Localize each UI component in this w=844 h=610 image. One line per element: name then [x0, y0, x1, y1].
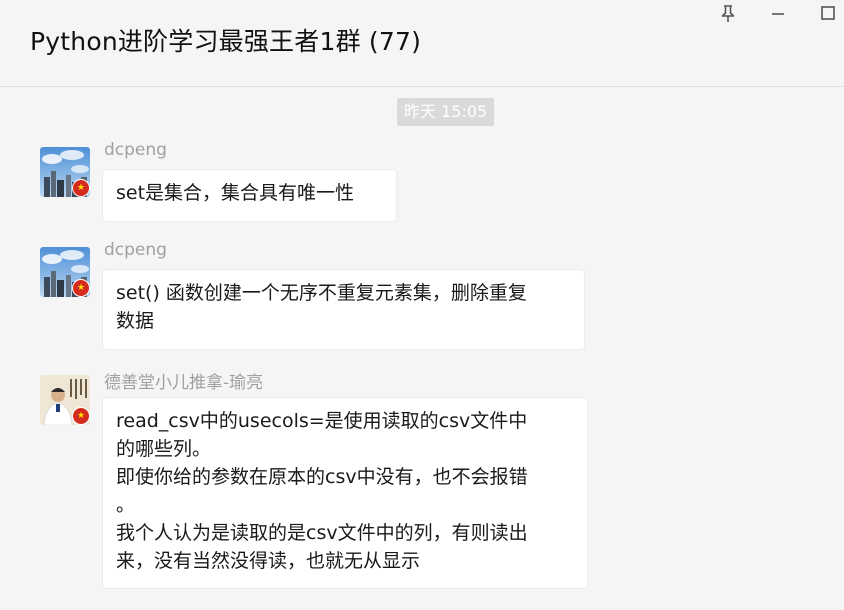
message-text: 我个人认为是读取的是csv文件中的列，有则读出 — [116, 522, 528, 544]
message-bubble[interactable]: set是集合，集合具有唯一性 — [102, 169, 397, 222]
flag-badge-icon: ★ — [72, 407, 90, 425]
time-divider: 昨天 15:05 — [397, 98, 495, 126]
chat-title: Python进阶学习最强王者1群 (77) — [30, 27, 422, 56]
message-text: 。 — [116, 494, 136, 516]
pin-icon[interactable] — [718, 4, 738, 24]
flag-badge-icon: ★ — [72, 179, 90, 197]
message-text: read_csv中的usecols=是使用读取的csv文件中 — [116, 410, 528, 432]
sender-name: 德善堂小儿推拿-瑜亮 — [104, 373, 264, 393]
message-bubble[interactable]: read_csv中的usecols=是使用读取的csv文件中 的哪些列。 即使你… — [102, 397, 588, 589]
message-bubble[interactable]: set() 函数创建一个无序不重复元素集，删除重复 数据 — [102, 269, 585, 350]
minimize-icon[interactable] — [768, 4, 788, 24]
message-text: set() 函数创建一个无序不重复元素集，删除重复 — [116, 282, 527, 304]
message-text: 的哪些列。 — [116, 438, 212, 460]
city-skyline-avatar[interactable]: ★ — [40, 147, 90, 197]
message-text: 数据 — [116, 310, 155, 332]
message-text: 即使你给的参数在原本的csv中没有，也不会报错 — [116, 466, 528, 488]
person-calligraphy-avatar[interactable]: ★ — [40, 375, 90, 425]
flag-badge-icon: ★ — [72, 279, 90, 297]
message-text: set是集合，集合具有唯一性 — [116, 182, 355, 204]
chat-header: Python进阶学习最强王者1群 (77) — [0, 0, 844, 87]
sender-name: dcpeng — [104, 240, 167, 260]
message-text: 来，没有当然没得读，也就无从显示 — [116, 550, 421, 572]
maximize-icon[interactable] — [818, 4, 838, 24]
city-skyline-avatar[interactable]: ★ — [40, 247, 90, 297]
sender-name: dcpeng — [104, 140, 167, 160]
